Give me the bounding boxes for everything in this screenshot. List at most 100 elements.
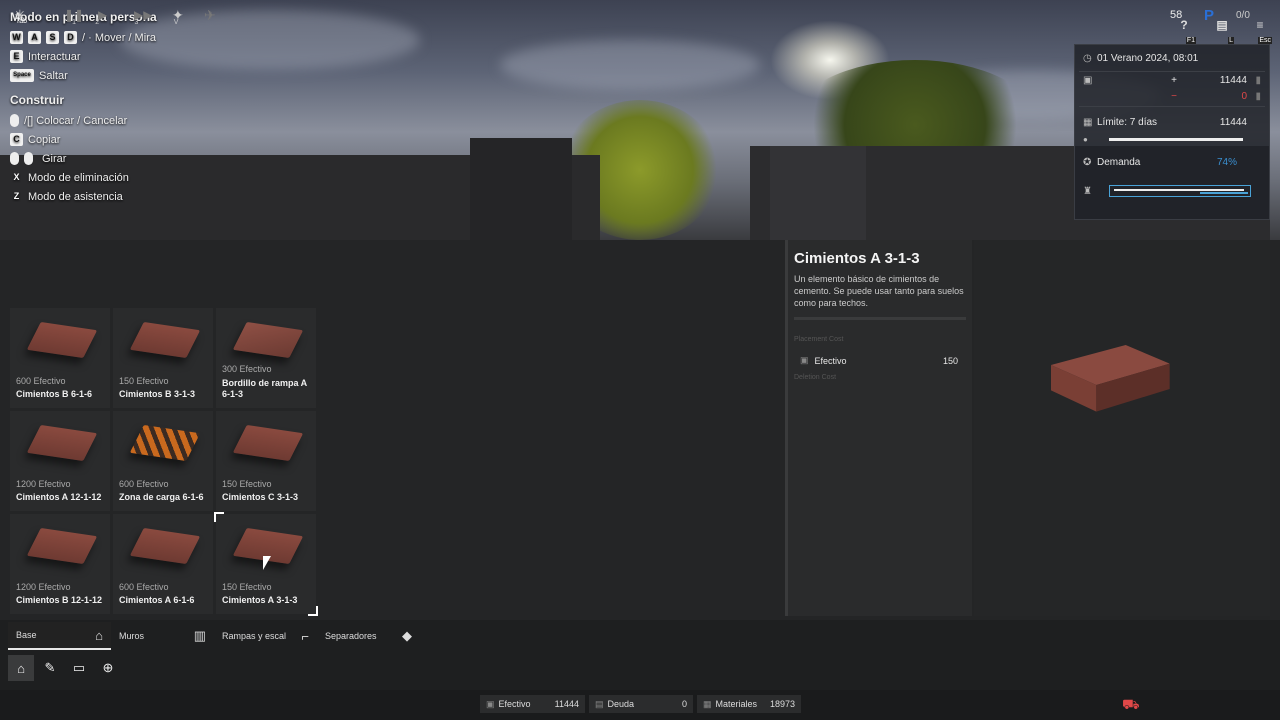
cash-minus: − [1171,90,1177,102]
plane-button[interactable]: ✈ [204,6,216,24]
item-name: Cimientos B 6-1-6 [16,389,93,399]
visitor-bar [1109,185,1251,197]
item-name: Cimientos B 3-1-3 [119,389,196,399]
plus-circle-icon[interactable]: ⊕ [95,655,121,681]
tab-separadores[interactable]: Separadores ◆ [317,622,420,650]
building-icon: ♜ [1083,185,1092,197]
item-cost: 1200 Efectivo [16,582,71,592]
item-cost: 600 Efectivo [16,376,66,386]
item-thumbnail [26,321,98,359]
key-space: Space [10,69,34,82]
item-thumbnail [26,527,98,565]
mouse-icon [10,114,19,127]
house-icon[interactable]: ⌂ [8,655,34,681]
wall-pillar [470,138,572,240]
wall-icon: ▥ [193,628,206,643]
debt-icon: ▤ [595,698,604,709]
catalog-item[interactable]: 600 Efectivo Cimientos A 6-1-6 [113,514,213,614]
item-thumbnail [232,424,304,462]
clock-icon: ◷ [1083,52,1092,64]
item-thumbnail [129,527,201,565]
preview-model [1051,345,1170,412]
mouse-wheel-icon [10,152,19,165]
materials-icon: ▦ [703,698,712,709]
limit-row: ▦ Límite: 7 días 11444 [1075,109,1269,135]
catalog-item[interactable]: 1200 Efectivo Cimientos A 12-1-12 [10,411,110,511]
cloud [500,40,760,90]
catalog-item[interactable]: 600 Efectivo Zona de carga 6-1-6 [113,411,213,511]
cash-row: ▣ + 11444 ▮ [1075,72,1269,88]
mouse-icon [24,152,33,165]
item-cost: 150 Efectivo [222,479,272,489]
delete-hint: X Modo de eliminación [10,168,157,187]
person-mode-button[interactable]: ✦ V [172,6,184,26]
cash-change-row: − 0 ▮ [1075,88,1269,104]
menu-icon[interactable]: ≡ Esc [1250,18,1272,44]
key-d: D [64,31,77,44]
walk-mode-button[interactable]: ✳ Tab [14,6,27,25]
key-x: X [13,172,20,182]
car-icon[interactable]: ▭ [66,655,92,681]
parking-value: 58 [1170,9,1183,21]
controls-hint: Modo en primera persona W A S D / · Move… [10,10,157,206]
limit-label: Límite: 7 días [1097,116,1158,128]
cost-item-value: 150 [942,355,958,366]
debt-label: Deuda [607,699,635,709]
item-thumbnail [26,424,98,462]
scroll-icon: ▮ [1255,74,1261,86]
interact-hint: E Interactuar [10,47,157,66]
pause-button[interactable]: ❚❚ 1 [64,6,84,26]
catalog-item[interactable]: 150 Efectivo Cimientos B 3-1-3 [113,308,213,408]
parking-icon[interactable]: ⛟ [1122,696,1140,714]
key-z: Z [13,191,20,201]
cost-item-label: Efectivo [814,355,847,366]
clipboard-icon[interactable]: ▤ L [1212,18,1234,44]
move-label: / · Mover / Mira [82,31,156,44]
item-name: Cimientos B 12-1-12 [16,595,103,605]
key-c: C [10,133,23,146]
place-label: /[] Colocar / Cancelar [24,114,128,127]
interact-label: Interactuar [28,50,81,63]
cost-row: ▣ Efectivo 150 [788,343,972,374]
wall-pillar [770,146,866,240]
rotate-label: Girar [42,152,67,165]
item-name: Cimientos A 12-1-12 [16,492,102,502]
item-name: Bordillo de rampa A 6-1-3 [222,378,307,399]
cash-plus: + [1171,74,1177,86]
debt-value: 0 [681,699,687,709]
stairs-icon: ⌐ [301,628,309,644]
catalog-item[interactable]: 600 Efectivo Cimientos B 6-1-6 [10,308,110,408]
tab-label: Separadores [325,631,377,641]
demand-row: ✪ Demanda 74% [1075,149,1269,175]
tab-rampas[interactable]: Rampas y escal ⌐ [214,622,317,650]
key-e: E [10,50,23,63]
deletion-cost-label: Deletion Cost [794,374,837,381]
mouse-cursor [263,556,271,570]
visitor-row: ♜ [1075,179,1269,203]
cash-icon: ▣ [800,355,809,365]
materials-label: Materiales [715,699,758,709]
divider [794,317,966,320]
catalog-item[interactable]: 300 Efectivo Bordillo de rampa A 6-1-3 [216,308,316,408]
ratio-text: 0/0 [1236,9,1250,21]
tab-muros[interactable]: Muros ▥ [111,622,214,650]
parking-letter[interactable]: P [1204,6,1214,24]
assist-hint: Z Modo de asistencia [10,187,157,206]
copy-hint: C Copiar [10,130,157,149]
calendar-icon: ▦ [1083,116,1093,128]
rotate-hint: Girar [10,149,157,168]
wrench-icon[interactable]: ✎ [37,655,63,681]
fast-forward-button[interactable]: ▶▶ 3 [134,6,152,26]
plane-icon: ✈ [204,6,216,23]
detail-description: Un elemento básico de cimientos de cemen… [794,274,964,308]
item-name: Zona de carga 6-1-6 [119,492,204,502]
item-thumbnail [129,424,201,462]
tab-base[interactable]: Base ⌂ [8,622,111,650]
catalog-item[interactable]: 150 Efectivo Cimientos C 3-1-3 [216,411,316,511]
play-button[interactable]: ▶ 2 [95,6,107,26]
cash-icon: ▣ [486,698,495,709]
catalog-item[interactable]: 1200 Efectivo Cimientos B 12-1-12 [10,514,110,614]
place-hint: /[] Colocar / Cancelar [10,111,157,130]
jump-label: Saltar [39,69,68,82]
assist-label: Modo de asistencia [28,190,123,203]
